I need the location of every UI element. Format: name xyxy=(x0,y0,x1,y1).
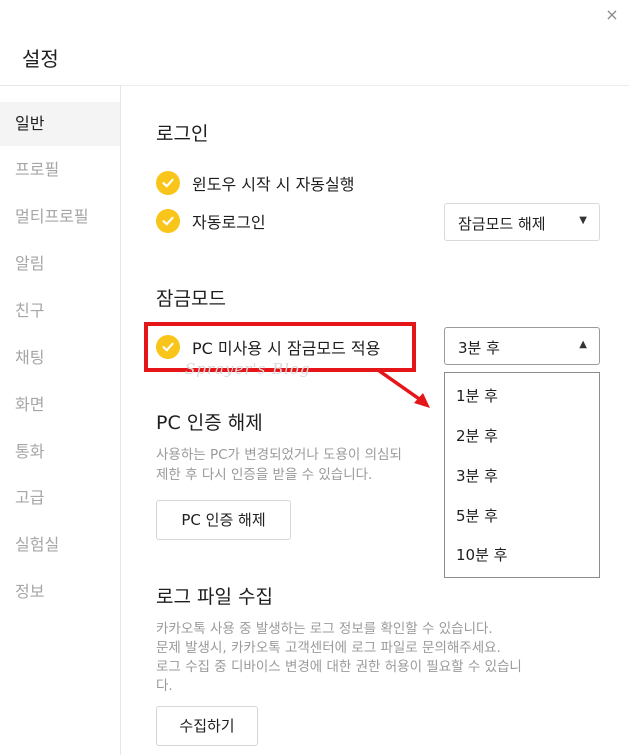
sidebar-item-profile[interactable]: 프로필 xyxy=(0,148,120,192)
log-desc-line3: 로그 수집 중 디바이스 변경에 대한 권한 허용이 필요할 수 있습니 xyxy=(156,659,522,675)
sidebar-item-notifications[interactable]: 알림 xyxy=(0,242,120,286)
annotation-arrow-icon xyxy=(376,368,430,408)
watermark: Sprayer's Blog xyxy=(185,360,311,378)
lock-time-select-value: 3분 후 xyxy=(458,339,500,357)
sidebar-item-multiprofile[interactable]: 멀티프로필 xyxy=(0,195,120,239)
sidebar-item-advanced[interactable]: 고급 xyxy=(0,476,120,520)
pc-auth-section-title: PC 인증 해제 xyxy=(156,412,263,434)
caret-up-icon: ▲ xyxy=(579,339,587,350)
login-section-title: 로그인 xyxy=(156,123,209,145)
header-divider xyxy=(120,85,629,86)
log-section-title: 로그 파일 수집 xyxy=(156,586,273,608)
sidebar-item-call[interactable]: 통화 xyxy=(0,430,120,474)
sidebar-item-screen[interactable]: 화면 xyxy=(0,383,120,427)
window-title: 설정 xyxy=(22,47,59,71)
log-desc-line1: 카카오톡 사용 중 발생하는 로그 정보를 확인할 수 있습니다. xyxy=(156,621,493,637)
check-icon xyxy=(156,171,180,195)
auto-run-checkbox[interactable]: 윈도우 시작 시 자동실행 xyxy=(156,171,354,195)
sidebar-item-lab[interactable]: 실험실 xyxy=(0,523,120,567)
sidebar-item-info[interactable]: 정보 xyxy=(0,570,120,614)
lock-time-option-5min[interactable]: 5분 후 xyxy=(445,496,599,536)
sidebar-item-general[interactable]: 일반 xyxy=(0,102,120,146)
auto-login-select[interactable]: 잠금모드 해제 ▼ xyxy=(444,203,600,241)
pc-auth-desc-line2: 제한 후 다시 인증을 받을 수 있습니다. xyxy=(156,467,373,483)
lock-time-option-10min[interactable]: 10분 후 xyxy=(445,535,599,575)
auto-run-label: 윈도우 시작 시 자동실행 xyxy=(192,175,355,194)
log-desc-line2: 문제 발생시, 카카오톡 고객센터에 로그 파일로 문의해주세요. xyxy=(156,640,501,656)
log-desc-line4: 다. xyxy=(156,678,173,694)
check-icon xyxy=(156,209,180,233)
lock-time-dropdown: 1분 후 2분 후 3분 후 5분 후 10분 후 xyxy=(444,372,600,578)
caret-down-icon: ▼ xyxy=(579,215,587,226)
sidebar-item-chatting[interactable]: 채팅 xyxy=(0,336,120,380)
collect-logs-button[interactable]: 수집하기 xyxy=(156,706,258,746)
auto-login-checkbox[interactable]: 자동로그인 xyxy=(156,209,266,233)
sidebar-item-friends[interactable]: 친구 xyxy=(0,289,120,333)
lock-time-option-1min[interactable]: 1분 후 xyxy=(445,376,599,416)
lock-section-title: 잠금모드 xyxy=(156,288,226,310)
close-icon[interactable]: × xyxy=(603,6,621,24)
pc-auth-release-button[interactable]: PC 인증 해제 xyxy=(156,500,291,540)
lock-time-option-3min[interactable]: 3분 후 xyxy=(445,456,599,496)
auto-login-label: 자동로그인 xyxy=(192,213,266,232)
auto-login-select-value: 잠금모드 해제 xyxy=(458,215,546,233)
pc-auth-desc-line1: 사용하는 PC가 변경되었거나 도용이 의심되 xyxy=(156,447,402,463)
lock-time-option-2min[interactable]: 2분 후 xyxy=(445,416,599,456)
lock-time-select[interactable]: 3분 후 ▲ xyxy=(444,327,600,365)
settings-sidebar: 일반 프로필 멀티프로필 알림 친구 채팅 화면 통화 고급 실험실 정보 xyxy=(0,85,121,755)
